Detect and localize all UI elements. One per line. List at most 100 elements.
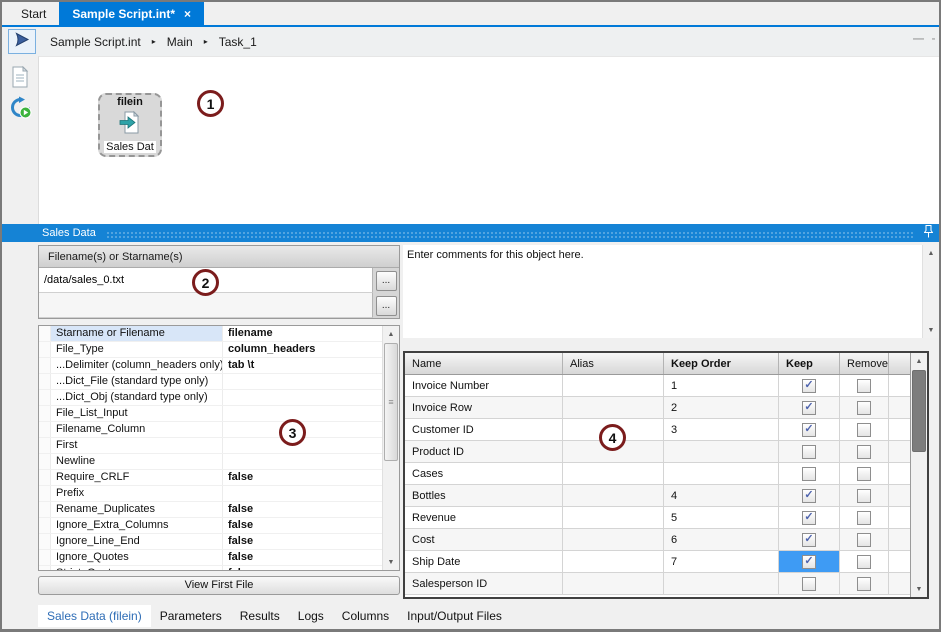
keep-cell[interactable]: ✓: [779, 485, 840, 506]
property-row[interactable]: First: [39, 438, 382, 454]
keep-checkbox[interactable]: ✓: [802, 423, 816, 437]
property-row[interactable]: Ignore_Line_Endfalse: [39, 534, 382, 550]
remove-checkbox[interactable]: [857, 489, 871, 503]
keep-checkbox[interactable]: [802, 445, 816, 459]
alias-cell[interactable]: [563, 551, 664, 572]
breadcrumb-task[interactable]: Task_1: [217, 35, 259, 49]
browse-button[interactable]: ...: [376, 271, 397, 291]
remove-cell[interactable]: [840, 441, 889, 462]
keep-cell[interactable]: [779, 463, 840, 484]
table-row[interactable]: Invoice Row2✓: [405, 397, 910, 419]
filein-node[interactable]: filein Sales Dat: [98, 93, 162, 157]
property-row[interactable]: File_List_Input: [39, 406, 382, 422]
property-row[interactable]: Require_CRLFfalse: [39, 470, 382, 486]
name-cell[interactable]: Cases: [405, 463, 563, 484]
remove-checkbox[interactable]: [857, 379, 871, 393]
bottom-tab-parameters[interactable]: Parameters: [151, 605, 231, 627]
property-value[interactable]: tab \t: [223, 358, 382, 373]
collapse-dash-icon[interactable]: ——: [913, 36, 935, 42]
remove-checkbox[interactable]: [857, 511, 871, 525]
remove-cell[interactable]: [840, 375, 889, 396]
name-cell[interactable]: Bottles: [405, 485, 563, 506]
name-cell[interactable]: Product ID: [405, 441, 563, 462]
scroll-down-icon[interactable]: ▼: [911, 581, 927, 597]
breadcrumb-main[interactable]: Main: [165, 35, 195, 49]
scroll-up-icon[interactable]: ▲: [923, 245, 939, 261]
bottom-tab-logs[interactable]: Logs: [289, 605, 333, 627]
name-cell[interactable]: Salesperson ID: [405, 573, 563, 594]
scrollbar-thumb[interactable]: [912, 370, 926, 452]
keep-checkbox[interactable]: ✓: [802, 511, 816, 525]
property-value[interactable]: [223, 486, 382, 501]
keep-order-cell[interactable]: 7: [664, 551, 779, 572]
document-icon[interactable]: [7, 64, 33, 90]
table-row[interactable]: Invoice Number1✓: [405, 375, 910, 397]
property-row[interactable]: Rename_Duplicatesfalse: [39, 502, 382, 518]
keep-order-cell[interactable]: [664, 463, 779, 484]
run-button[interactable]: [8, 29, 36, 54]
property-value[interactable]: false: [223, 534, 382, 549]
comments-text[interactable]: Enter comments for this object here.: [403, 245, 922, 338]
keep-cell[interactable]: [779, 573, 840, 594]
keep-checkbox[interactable]: ✓: [802, 555, 816, 569]
table-row[interactable]: Bottles4✓: [405, 485, 910, 507]
remove-checkbox[interactable]: [857, 533, 871, 547]
keep-order-cell[interactable]: 3: [664, 419, 779, 440]
name-cell[interactable]: Ship Date: [405, 551, 563, 572]
view-first-file-button[interactable]: View First File: [38, 576, 400, 595]
keep-checkbox[interactable]: ✓: [802, 489, 816, 503]
property-row[interactable]: Ignore_Extra_Columnsfalse: [39, 518, 382, 534]
keep-order-cell[interactable]: 5: [664, 507, 779, 528]
filename-row[interactable]: /data/sales_0.txt ...: [39, 268, 399, 293]
bottom-tab-columns[interactable]: Columns: [333, 605, 398, 627]
filename-value[interactable]: [39, 293, 373, 318]
rerun-icon[interactable]: [7, 94, 33, 120]
tab-sample-script[interactable]: Sample Script.int* ×: [59, 2, 204, 25]
table-row[interactable]: Salesperson ID: [405, 573, 910, 595]
column-header[interactable]: Name: [405, 353, 563, 374]
remove-cell[interactable]: [840, 507, 889, 528]
property-value[interactable]: false: [223, 470, 382, 485]
scroll-up-icon[interactable]: ▲: [911, 353, 927, 369]
remove-cell[interactable]: [840, 529, 889, 550]
bottom-tab-results[interactable]: Results: [231, 605, 289, 627]
column-header[interactable]: Keep Order: [664, 353, 779, 374]
property-value[interactable]: [223, 390, 382, 405]
property-row[interactable]: Prefix: [39, 486, 382, 502]
alias-cell[interactable]: [563, 507, 664, 528]
remove-cell[interactable]: [840, 397, 889, 418]
keep-cell[interactable]: ✓: [779, 397, 840, 418]
keep-checkbox[interactable]: [802, 467, 816, 481]
table-row[interactable]: Cases: [405, 463, 910, 485]
keep-cell[interactable]: ✓: [779, 419, 840, 440]
breadcrumb-script[interactable]: Sample Script.int: [48, 35, 143, 49]
keep-cell[interactable]: ✓: [779, 529, 840, 550]
remove-cell[interactable]: [840, 463, 889, 484]
flow-canvas[interactable]: filein Sales Dat: [38, 56, 939, 224]
table-row[interactable]: Product ID: [405, 441, 910, 463]
property-value[interactable]: false: [223, 518, 382, 533]
alias-cell[interactable]: [563, 397, 664, 418]
property-value[interactable]: false: [223, 566, 382, 570]
object-panel-header[interactable]: Sales Data: [2, 224, 939, 242]
property-value[interactable]: false: [223, 502, 382, 517]
name-cell[interactable]: Invoice Row: [405, 397, 563, 418]
keep-checkbox[interactable]: [802, 577, 816, 591]
property-row[interactable]: File_Typecolumn_headers: [39, 342, 382, 358]
property-row[interactable]: Ignore_Quotesfalse: [39, 550, 382, 566]
remove-checkbox[interactable]: [857, 467, 871, 481]
property-value[interactable]: column_headers: [223, 342, 382, 357]
keep-cell[interactable]: ✓: [779, 507, 840, 528]
remove-checkbox[interactable]: [857, 555, 871, 569]
remove-cell[interactable]: [840, 551, 889, 572]
keep-cell[interactable]: ✓: [779, 551, 840, 572]
table-row[interactable]: Revenue 5 ✓: [405, 507, 910, 529]
property-value[interactable]: filename: [223, 326, 382, 341]
table-row[interactable]: Cost6✓: [405, 529, 910, 551]
name-cell[interactable]: Customer ID: [405, 419, 563, 440]
scrollbar-thumb[interactable]: ≡: [384, 343, 398, 461]
column-header[interactable]: Alias: [563, 353, 664, 374]
name-cell[interactable]: Revenue: [405, 507, 563, 528]
keep-checkbox[interactable]: ✓: [802, 533, 816, 547]
pin-icon[interactable]: [924, 225, 933, 241]
